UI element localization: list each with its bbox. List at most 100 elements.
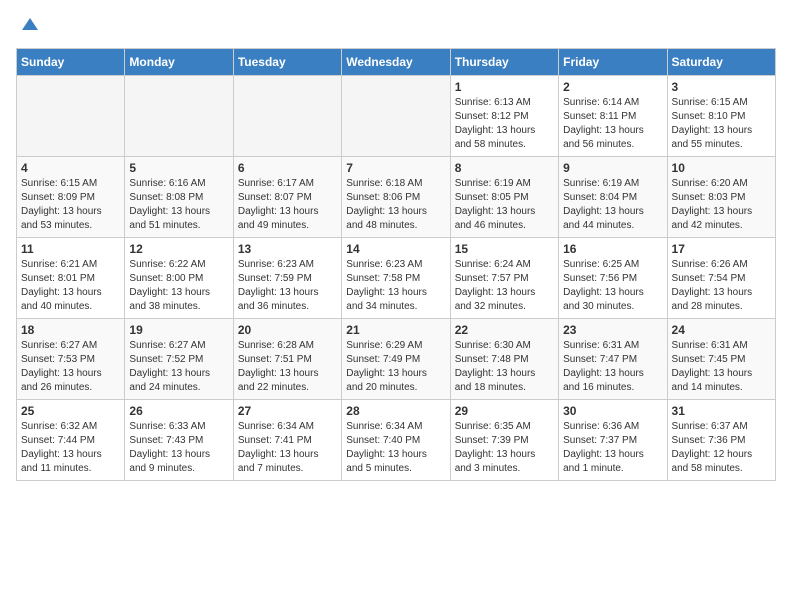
day-number: 1	[455, 80, 554, 94]
day-info: Sunrise: 6:31 AM Sunset: 7:47 PM Dayligh…	[563, 339, 662, 395]
calendar-cell: 23 Sunrise: 6:31 AM Sunset: 7:47 PM Dayli…	[559, 319, 667, 400]
day-info: Sunrise: 6:22 AM Sunset: 8:00 PM Dayligh…	[129, 258, 228, 314]
day-number: 21	[346, 323, 445, 337]
day-number: 28	[346, 404, 445, 418]
day-number: 4	[21, 161, 120, 175]
day-number: 15	[455, 242, 554, 256]
day-info: Sunrise: 6:27 AM Sunset: 7:53 PM Dayligh…	[21, 339, 120, 395]
day-of-week-header: Monday	[125, 49, 233, 76]
day-info: Sunrise: 6:23 AM Sunset: 7:59 PM Dayligh…	[238, 258, 337, 314]
calendar-cell: 4 Sunrise: 6:15 AM Sunset: 8:09 PM Daylig…	[17, 157, 125, 238]
day-number: 5	[129, 161, 228, 175]
calendar-week-row: 25 Sunrise: 6:32 AM Sunset: 7:44 PM Dayli…	[17, 400, 776, 481]
day-info: Sunrise: 6:17 AM Sunset: 8:07 PM Dayligh…	[238, 177, 337, 233]
calendar-cell	[342, 76, 450, 157]
calendar-cell: 26 Sunrise: 6:33 AM Sunset: 7:43 PM Dayli…	[125, 400, 233, 481]
logo	[16, 16, 40, 36]
day-info: Sunrise: 6:36 AM Sunset: 7:37 PM Dayligh…	[563, 420, 662, 476]
calendar-cell: 10 Sunrise: 6:20 AM Sunset: 8:03 PM Dayli…	[667, 157, 775, 238]
calendar-week-row: 1 Sunrise: 6:13 AM Sunset: 8:12 PM Daylig…	[17, 76, 776, 157]
calendar-cell: 5 Sunrise: 6:16 AM Sunset: 8:08 PM Daylig…	[125, 157, 233, 238]
calendar-cell	[233, 76, 341, 157]
calendar-cell: 15 Sunrise: 6:24 AM Sunset: 7:57 PM Dayli…	[450, 238, 558, 319]
day-number: 10	[672, 161, 771, 175]
day-number: 26	[129, 404, 228, 418]
day-info: Sunrise: 6:34 AM Sunset: 7:41 PM Dayligh…	[238, 420, 337, 476]
day-number: 16	[563, 242, 662, 256]
calendar-cell: 9Sunrise: 6:19 AM Sunset: 8:04 PM Daylig…	[559, 157, 667, 238]
calendar-cell: 19Sunrise: 6:27 AM Sunset: 7:52 PM Dayli…	[125, 319, 233, 400]
day-info: Sunrise: 6:16 AM Sunset: 8:08 PM Dayligh…	[129, 177, 228, 233]
calendar-cell: 13 Sunrise: 6:23 AM Sunset: 7:59 PM Dayli…	[233, 238, 341, 319]
calendar-cell: 16 Sunrise: 6:25 AM Sunset: 7:56 PM Dayli…	[559, 238, 667, 319]
day-of-week-header: Tuesday	[233, 49, 341, 76]
day-of-week-header: Thursday	[450, 49, 558, 76]
calendar-cell: 18 Sunrise: 6:27 AM Sunset: 7:53 PM Dayli…	[17, 319, 125, 400]
day-info: Sunrise: 6:29 AM Sunset: 7:49 PM Dayligh…	[346, 339, 445, 395]
day-info: Sunrise: 6:23 AM Sunset: 7:58 PM Dayligh…	[346, 258, 445, 314]
day-number: 24	[672, 323, 771, 337]
day-info: Sunrise: 6:19 AM Sunset: 8:05 PM Dayligh…	[455, 177, 554, 233]
day-of-week-header: Wednesday	[342, 49, 450, 76]
day-number: 22	[455, 323, 554, 337]
calendar-cell: 3 Sunrise: 6:15 AM Sunset: 8:10 PM Daylig…	[667, 76, 775, 157]
calendar-cell: 1 Sunrise: 6:13 AM Sunset: 8:12 PM Daylig…	[450, 76, 558, 157]
calendar-cell: 22 Sunrise: 6:30 AM Sunset: 7:48 PM Dayli…	[450, 319, 558, 400]
calendar-cell: 29 Sunrise: 6:35 AM Sunset: 7:39 PM Dayli…	[450, 400, 558, 481]
day-info: Sunrise: 6:15 AM Sunset: 8:10 PM Dayligh…	[672, 96, 771, 152]
calendar-cell	[125, 76, 233, 157]
day-number: 17	[672, 242, 771, 256]
calendar-header-row: SundayMondayTuesdayWednesdayThursdayFrid…	[17, 49, 776, 76]
calendar-cell: 28Sunrise: 6:34 AM Sunset: 7:40 PM Dayli…	[342, 400, 450, 481]
calendar-cell	[17, 76, 125, 157]
day-info: Sunrise: 6:19 AM Sunset: 8:04 PM Dayligh…	[563, 177, 662, 233]
day-number: 20	[238, 323, 337, 337]
day-number: 25	[21, 404, 120, 418]
day-info: Sunrise: 6:28 AM Sunset: 7:51 PM Dayligh…	[238, 339, 337, 395]
day-info: Sunrise: 6:37 AM Sunset: 7:36 PM Dayligh…	[672, 420, 771, 476]
day-number: 30	[563, 404, 662, 418]
day-of-week-header: Saturday	[667, 49, 775, 76]
calendar-cell: 8 Sunrise: 6:19 AM Sunset: 8:05 PM Daylig…	[450, 157, 558, 238]
calendar-cell: 12 Sunrise: 6:22 AM Sunset: 8:00 PM Dayli…	[125, 238, 233, 319]
calendar-week-row: 11Sunrise: 6:21 AM Sunset: 8:01 PM Dayli…	[17, 238, 776, 319]
day-info: Sunrise: 6:26 AM Sunset: 7:54 PM Dayligh…	[672, 258, 771, 314]
day-of-week-header: Friday	[559, 49, 667, 76]
day-info: Sunrise: 6:33 AM Sunset: 7:43 PM Dayligh…	[129, 420, 228, 476]
day-of-week-header: Sunday	[17, 49, 125, 76]
calendar-cell: 2 Sunrise: 6:14 AM Sunset: 8:11 PM Daylig…	[559, 76, 667, 157]
day-number: 23	[563, 323, 662, 337]
day-info: Sunrise: 6:30 AM Sunset: 7:48 PM Dayligh…	[455, 339, 554, 395]
day-number: 27	[238, 404, 337, 418]
day-info: Sunrise: 6:35 AM Sunset: 7:39 PM Dayligh…	[455, 420, 554, 476]
day-info: Sunrise: 6:15 AM Sunset: 8:09 PM Dayligh…	[21, 177, 120, 233]
day-number: 8	[455, 161, 554, 175]
calendar-cell: 21 Sunrise: 6:29 AM Sunset: 7:49 PM Dayli…	[342, 319, 450, 400]
calendar-table: SundayMondayTuesdayWednesdayThursdayFrid…	[16, 48, 776, 481]
day-info: Sunrise: 6:21 AM Sunset: 8:01 PM Dayligh…	[21, 258, 120, 314]
day-info: Sunrise: 6:27 AM Sunset: 7:52 PM Dayligh…	[129, 339, 228, 395]
day-number: 3	[672, 80, 771, 94]
day-info: Sunrise: 6:20 AM Sunset: 8:03 PM Dayligh…	[672, 177, 771, 233]
day-number: 29	[455, 404, 554, 418]
day-info: Sunrise: 6:14 AM Sunset: 8:11 PM Dayligh…	[563, 96, 662, 152]
logo-icon	[20, 16, 40, 36]
calendar-cell: 31Sunrise: 6:37 AM Sunset: 7:36 PM Dayli…	[667, 400, 775, 481]
day-info: Sunrise: 6:13 AM Sunset: 8:12 PM Dayligh…	[455, 96, 554, 152]
day-number: 14	[346, 242, 445, 256]
day-number: 7	[346, 161, 445, 175]
day-number: 18	[21, 323, 120, 337]
day-number: 2	[563, 80, 662, 94]
day-info: Sunrise: 6:24 AM Sunset: 7:57 PM Dayligh…	[455, 258, 554, 314]
day-info: Sunrise: 6:25 AM Sunset: 7:56 PM Dayligh…	[563, 258, 662, 314]
calendar-cell: 7Sunrise: 6:18 AM Sunset: 8:06 PM Daylig…	[342, 157, 450, 238]
calendar-cell: 20 Sunrise: 6:28 AM Sunset: 7:51 PM Dayli…	[233, 319, 341, 400]
calendar-cell: 11Sunrise: 6:21 AM Sunset: 8:01 PM Dayli…	[17, 238, 125, 319]
calendar-cell: 17 Sunrise: 6:26 AM Sunset: 7:54 PM Dayli…	[667, 238, 775, 319]
day-number: 13	[238, 242, 337, 256]
day-number: 12	[129, 242, 228, 256]
calendar-week-row: 18 Sunrise: 6:27 AM Sunset: 7:53 PM Dayli…	[17, 319, 776, 400]
calendar-cell: 25 Sunrise: 6:32 AM Sunset: 7:44 PM Dayli…	[17, 400, 125, 481]
calendar-cell: 27 Sunrise: 6:34 AM Sunset: 7:41 PM Dayli…	[233, 400, 341, 481]
day-info: Sunrise: 6:32 AM Sunset: 7:44 PM Dayligh…	[21, 420, 120, 476]
